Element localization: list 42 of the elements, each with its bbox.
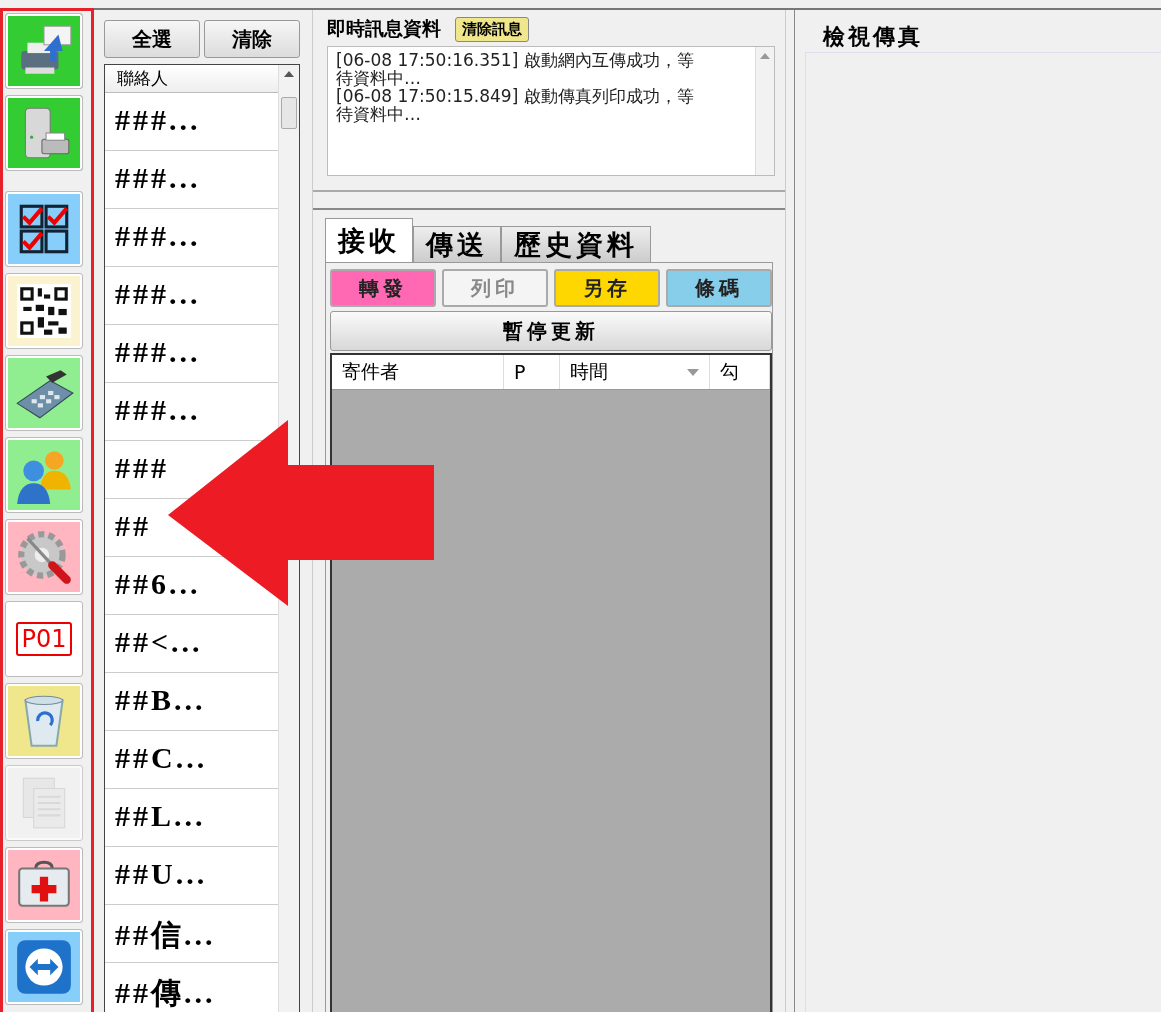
tool-button[interactable] [5,273,83,349]
list-button[interactable]: 全選 [104,20,200,58]
contact-name[interactable]: ##U... [115,857,208,890]
contact-name[interactable]: ###... [115,393,201,426]
column-header[interactable]: P [504,355,560,389]
tab[interactable]: 接收 [325,218,413,262]
contact-name[interactable]: ##C... [115,741,208,774]
contact-name[interactable]: ##6... [115,567,201,600]
action-button[interactable]: 轉發 [330,269,436,307]
tool-button[interactable] [5,191,83,267]
contact-name[interactable]: ##B... [115,683,206,716]
contact-name[interactable]: ###... [115,161,201,194]
action-button[interactable]: 另存 [554,269,660,307]
log-entry: [06-08 17:50:15.849] 啟動傳真列印成功，等待資料中… [336,87,695,123]
tab[interactable]: 傳送 [413,226,501,262]
contact-name[interactable]: ###... [115,103,201,136]
contact-name[interactable]: ###... [115,277,201,310]
clear-messages-button[interactable]: 清除訊息 [455,16,529,42]
sort-caret-icon [687,368,699,376]
column-header[interactable]: 寄件者 [332,355,504,389]
contact-name[interactable]: ## [115,509,151,542]
contact-name[interactable]: ###... [115,219,201,252]
contact-name[interactable]: ##信... [115,918,216,951]
contact-name[interactable]: ##傳... [115,976,216,1009]
list-button[interactable]: 清除 [204,20,300,58]
tool-button[interactable]: P01 [5,601,83,677]
tool-button[interactable] [5,355,83,431]
scroll-thumb[interactable] [281,97,297,129]
tab[interactable]: 歷史資料 [501,226,651,262]
contact-name[interactable]: ##<... [115,625,203,658]
column-header[interactable]: 時間 [560,355,710,389]
contact-name[interactable]: ### [115,451,169,484]
log-entry: [06-08 17:50:16.351] 啟動網內互傳成功，等待資料中… [336,51,695,87]
pause-update-button[interactable]: 暫停更新 [330,311,772,351]
scroll-up-icon[interactable] [284,71,294,77]
scrollbar[interactable] [755,47,774,175]
group-title: 即時訊息資料 [327,16,441,41]
contact-name[interactable]: ##L... [115,799,206,832]
p01-label: P01 [16,622,72,656]
column-header[interactable]: 勾 [710,355,770,389]
action-button[interactable]: 條碼 [666,269,772,307]
contact-name[interactable]: ###... [115,335,201,368]
